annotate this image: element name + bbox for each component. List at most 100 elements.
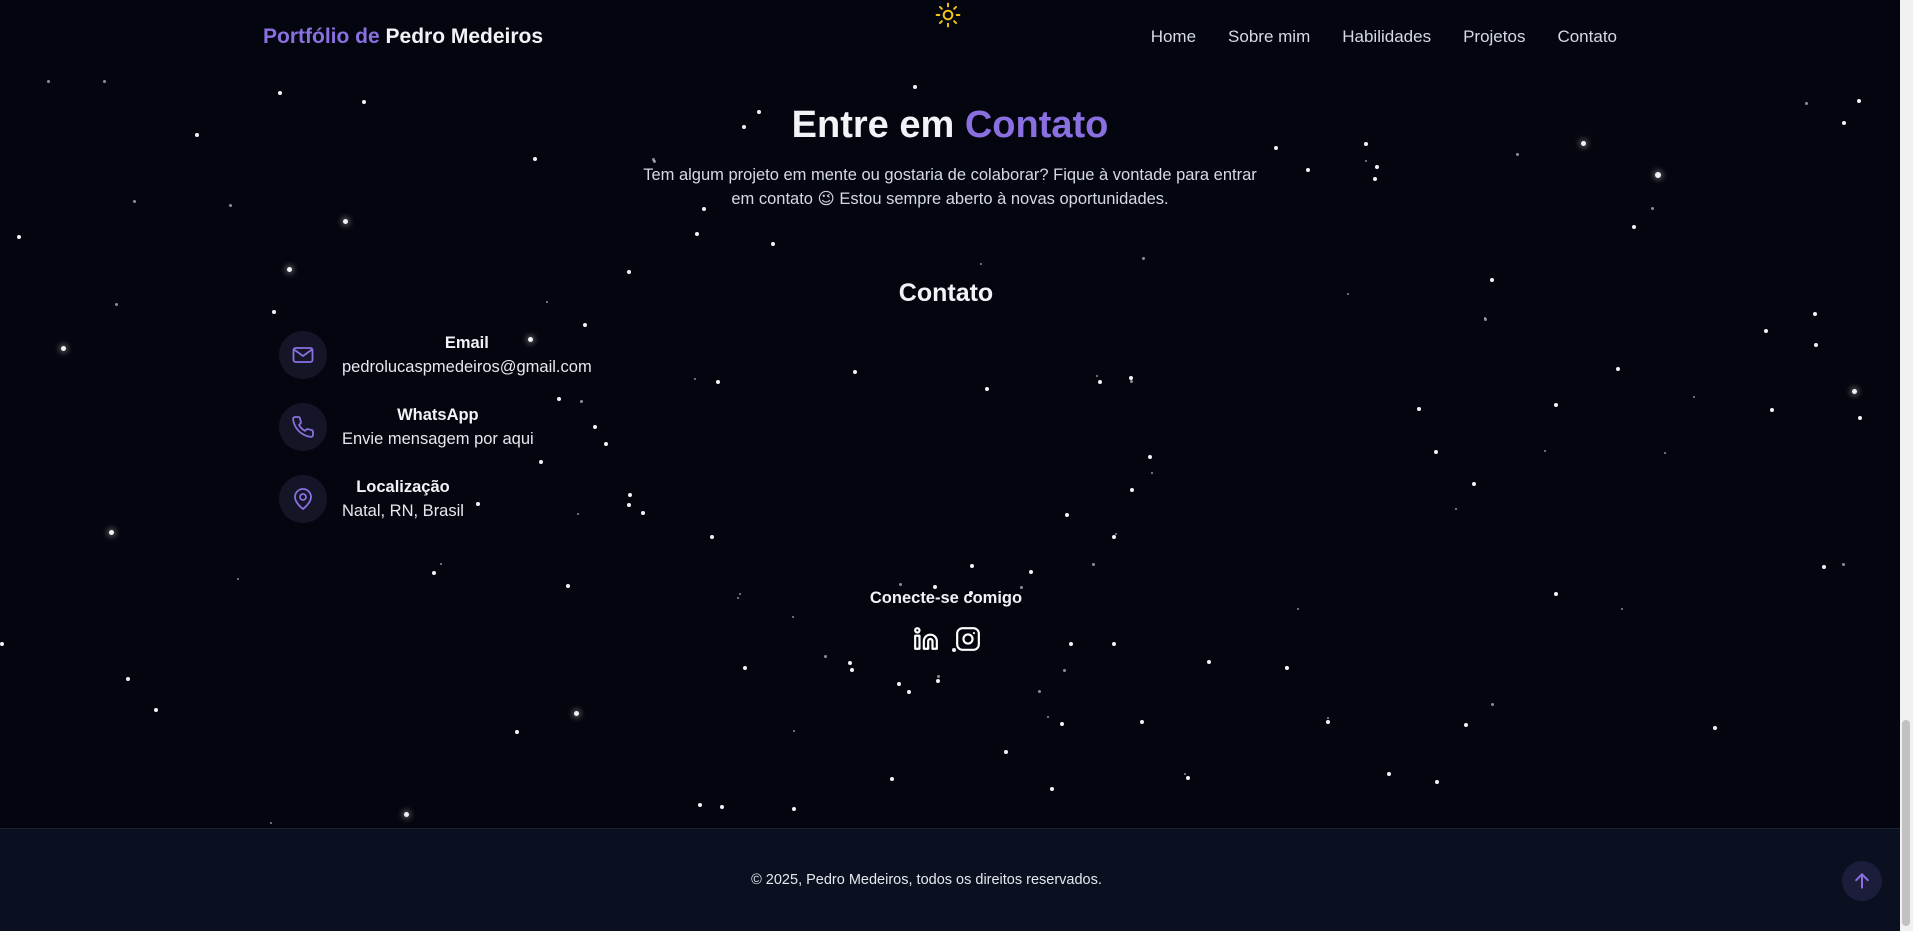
contact-value: Envie mensagem por aqui <box>342 430 534 448</box>
connect-title: Conecte-se comigo <box>869 589 1023 607</box>
star <box>1098 380 1102 384</box>
star <box>1632 225 1636 229</box>
nav-projetos[interactable]: Projetos <box>1463 27 1525 47</box>
contact-item-location: Localização Natal, RN, Brasil <box>279 475 464 523</box>
star <box>853 370 857 374</box>
back-to-top-button[interactable] <box>1842 861 1882 901</box>
star <box>133 200 136 203</box>
star <box>278 91 282 95</box>
star <box>1375 165 1379 169</box>
instagram-icon[interactable] <box>955 626 981 652</box>
star <box>1327 717 1329 719</box>
nav-contato[interactable]: Contato <box>1557 27 1617 47</box>
mail-icon <box>279 331 327 379</box>
star <box>1184 773 1186 775</box>
star <box>1814 343 1818 347</box>
star <box>1047 716 1049 718</box>
star <box>1664 452 1666 454</box>
star <box>1373 177 1377 181</box>
star <box>272 310 276 314</box>
star <box>936 679 940 683</box>
star <box>237 578 239 580</box>
star <box>1365 160 1368 163</box>
sun-icon[interactable] <box>935 2 961 28</box>
contact-heading: Contato <box>898 279 994 307</box>
star <box>580 400 583 403</box>
main-nav: Home Sobre mim Habilidades Projetos Cont… <box>1151 27 1617 47</box>
star <box>1326 720 1330 724</box>
star <box>593 425 597 429</box>
star <box>1297 608 1299 610</box>
star <box>710 535 714 539</box>
star <box>1285 666 1288 669</box>
star <box>695 232 699 236</box>
star <box>1130 380 1133 383</box>
star <box>743 666 747 670</box>
phone-icon <box>279 403 327 451</box>
star <box>1455 508 1457 510</box>
star <box>1096 375 1098 377</box>
linkedin-icon[interactable] <box>913 626 939 652</box>
section-title-prefix: Entre em <box>791 104 955 146</box>
star <box>1148 455 1152 459</box>
star <box>793 730 795 732</box>
star <box>1112 642 1116 646</box>
nav-home[interactable]: Home <box>1151 27 1196 47</box>
star <box>716 380 720 384</box>
star <box>17 235 21 239</box>
star <box>61 346 66 351</box>
star <box>432 571 436 575</box>
nav-sobre-mim[interactable]: Sobre mim <box>1228 27 1310 47</box>
star <box>1822 565 1826 569</box>
brand-name: Pedro Medeiros <box>385 25 544 48</box>
contact-item-email[interactable]: Email pedrolucaspmedeiros@gmail.com <box>279 331 592 379</box>
nav-habilidades[interactable]: Habilidades <box>1342 27 1431 47</box>
star <box>533 157 537 161</box>
star <box>1112 535 1116 539</box>
star <box>1130 488 1134 492</box>
star <box>1151 472 1153 474</box>
star <box>641 511 645 515</box>
contact-label: WhatsApp <box>397 406 479 424</box>
star <box>1063 669 1066 672</box>
star <box>1060 722 1064 726</box>
contact-value: Natal, RN, Brasil <box>342 502 464 520</box>
star <box>1038 690 1041 693</box>
star <box>720 805 724 809</box>
star <box>1115 533 1117 535</box>
star <box>985 387 989 391</box>
star <box>1142 257 1145 260</box>
star <box>476 502 480 506</box>
star <box>1491 703 1494 706</box>
arrow-up-icon <box>1855 873 1869 889</box>
scrollbar-thumb[interactable] <box>1902 720 1910 926</box>
star <box>557 397 561 401</box>
contact-location-text: Localização Natal, RN, Brasil <box>342 475 464 523</box>
star <box>515 730 519 734</box>
star <box>694 378 696 380</box>
star <box>1554 403 1558 407</box>
star <box>1435 780 1439 784</box>
star <box>229 204 232 207</box>
star <box>1004 750 1008 754</box>
star <box>1306 168 1310 172</box>
social-links <box>913 626 981 652</box>
star <box>1417 407 1421 411</box>
brand-logo[interactable]: Portfólio de Pedro Medeiros <box>263 25 543 49</box>
star <box>574 711 579 716</box>
contact-item-whatsapp[interactable]: WhatsApp Envie mensagem por aqui <box>279 403 534 451</box>
star <box>1069 642 1073 646</box>
page-scrollbar[interactable] <box>1900 0 1913 931</box>
star <box>1050 787 1054 791</box>
map-pin-icon <box>279 475 327 523</box>
star <box>1621 608 1623 610</box>
star <box>1092 563 1095 566</box>
star <box>897 682 901 686</box>
star <box>937 675 940 678</box>
star <box>1842 563 1845 566</box>
star <box>899 583 902 586</box>
star <box>1655 172 1661 178</box>
star <box>1516 153 1519 156</box>
site-header: Portfólio de Pedro Medeiros Home Sobre m… <box>0 0 1900 76</box>
contact-whatsapp-text: WhatsApp Envie mensagem por aqui <box>342 403 534 451</box>
